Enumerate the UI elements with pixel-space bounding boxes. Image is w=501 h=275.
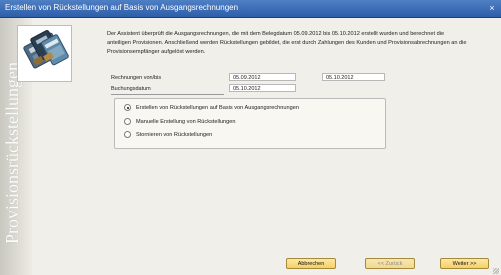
option-label: Manuelle Erstellung von Rückstellungen <box>136 119 236 125</box>
window-titlebar: Erstellen von Rückstellungen auf Basis v… <box>0 0 501 18</box>
option-label: Stornieren von Rückstellungen <box>136 132 213 138</box>
wizard-description: Der Assistent überprüft die Ausgangsrech… <box>107 31 467 55</box>
cancel-button[interactable]: Abbrechen <box>286 258 336 269</box>
resize-grip-icon[interactable] <box>493 268 499 274</box>
radio-icon[interactable] <box>124 118 131 125</box>
invoice-from-field[interactable]: 05.09.2012 <box>229 73 296 81</box>
close-icon[interactable]: × <box>488 4 496 13</box>
invoice-range-label: Rechnungen von/bis <box>111 75 162 81</box>
radio-icon[interactable] <box>124 131 131 138</box>
next-button[interactable]: Weiter >> <box>440 258 489 269</box>
posting-date-label: Buchungsdatum <box>111 86 151 92</box>
invoice-to-field[interactable]: 05.10.2012 <box>322 73 385 81</box>
option-label: Erstellen von Rückstellungen auf Basis v… <box>136 105 299 111</box>
wizard-logo-icon <box>17 25 72 82</box>
back-button[interactable]: << Zurück <box>365 258 415 269</box>
form-divider <box>111 94 224 95</box>
posting-date-field[interactable]: 05.10.2012 <box>229 84 296 92</box>
radio-selected-icon[interactable] <box>124 104 131 111</box>
window-title: Erstellen von Rückstellungen auf Basis v… <box>5 3 239 12</box>
wizard-logo-graphic <box>18 26 71 81</box>
